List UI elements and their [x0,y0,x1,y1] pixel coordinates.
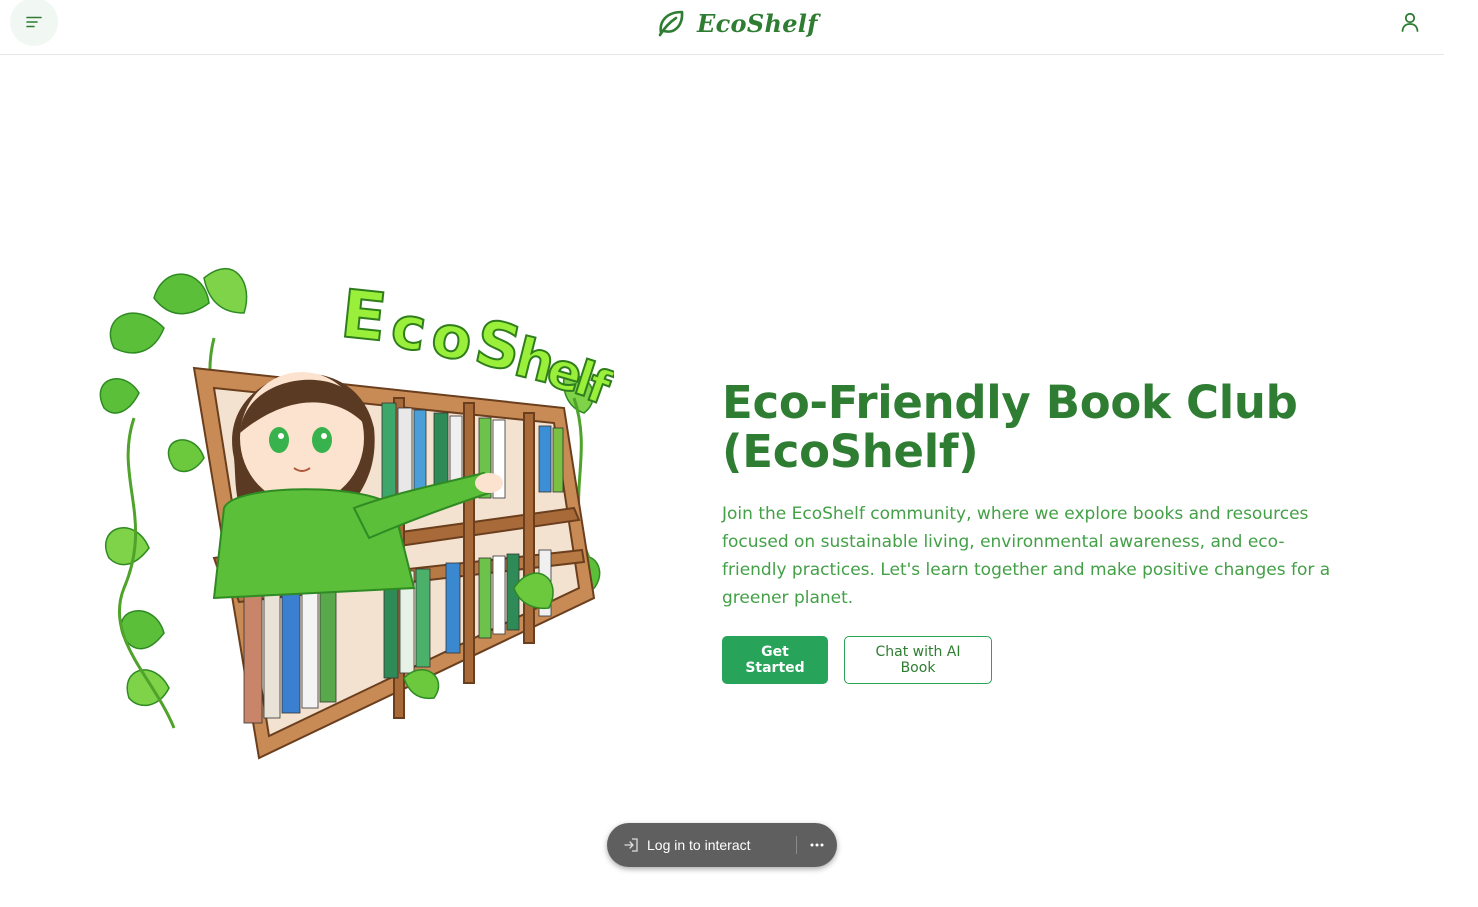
login-button[interactable]: Log in to interact [607,823,796,867]
get-started-button[interactable]: Get Started [722,636,828,684]
svg-text:E: E [337,275,390,356]
hero-title: Eco-Friendly Book Club (EcoShelf) [722,376,1298,478]
login-arrow-icon [624,838,638,852]
hero-illustration: E c o S h e l f [94,258,619,773]
login-label: Log in to interact [647,837,751,853]
brand-name: EcoShelf [697,8,818,38]
menu-button[interactable] [10,0,58,46]
more-options-button[interactable] [797,823,837,867]
hero-actions: Get Started Chat with AI Book [722,636,1362,684]
svg-text:o: o [427,301,478,375]
user-icon [1401,12,1419,32]
hero-description: Join the EcoShelf community, where we ex… [722,504,1331,608]
login-bar: Log in to interact [607,823,837,867]
user-account-button[interactable] [1396,8,1424,36]
brand-logo-link[interactable]: EcoShelf [655,6,818,40]
more-horizontal-icon [810,843,824,847]
top-navigation-bar: EcoShelf [0,0,1444,55]
hero-content: Eco-Friendly Book Club (EcoShelf) Join t… [722,378,1362,684]
svg-text:c: c [387,293,431,365]
leaf-icon [658,10,684,37]
menu-icon [26,16,42,28]
chat-with-ai-book-button[interactable]: Chat with AI Book [844,636,992,684]
